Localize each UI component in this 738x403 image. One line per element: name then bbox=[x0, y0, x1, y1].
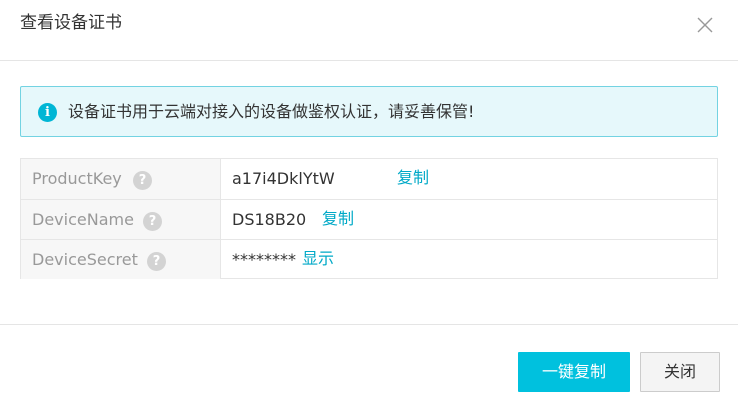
info-alert: i 设备证书用于云端对接入的设备做鉴权认证，请妥善保管! bbox=[20, 86, 718, 137]
table-row: ProductKey ? a17i4DklYtW 复制 bbox=[21, 159, 717, 199]
show-device-secret-link[interactable]: 显示 bbox=[302, 249, 334, 269]
device-name-label: DeviceName bbox=[32, 210, 134, 229]
dialog-header: 查看设备证书 bbox=[0, 0, 738, 61]
product-key-label: ProductKey bbox=[32, 169, 122, 188]
help-icon[interactable]: ? bbox=[147, 252, 166, 271]
close-icon[interactable] bbox=[696, 16, 714, 34]
info-icon: i bbox=[38, 103, 57, 122]
table-row: DeviceSecret ? ******** 显示 bbox=[21, 239, 717, 279]
copy-product-key-link[interactable]: 复制 bbox=[397, 168, 429, 188]
product-key-value: a17i4DklYtW bbox=[232, 169, 335, 188]
device-name-value: DS18B20 bbox=[232, 210, 307, 229]
copy-all-button[interactable]: 一键复制 bbox=[518, 352, 630, 392]
key-cell: ProductKey ? bbox=[21, 159, 221, 199]
copy-device-name-link[interactable]: 复制 bbox=[322, 209, 354, 229]
key-cell: DeviceName ? bbox=[21, 200, 221, 239]
certificate-table: ProductKey ? a17i4DklYtW 复制 DeviceName ?… bbox=[20, 158, 718, 279]
dialog-footer: 一键复制 关闭 bbox=[0, 324, 738, 403]
alert-message: 设备证书用于云端对接入的设备做鉴权认证，请妥善保管! bbox=[68, 102, 475, 121]
device-secret-value: ******** bbox=[232, 250, 296, 269]
close-button[interactable]: 关闭 bbox=[640, 352, 720, 392]
key-cell: DeviceSecret ? bbox=[21, 240, 221, 279]
help-icon[interactable]: ? bbox=[143, 212, 162, 231]
certificate-dialog: 查看设备证书 i 设备证书用于云端对接入的设备做鉴权认证，请妥善保管! Prod… bbox=[0, 0, 738, 403]
device-secret-label: DeviceSecret bbox=[32, 250, 138, 269]
dialog-title: 查看设备证书 bbox=[20, 13, 122, 33]
table-row: DeviceName ? DS18B20 复制 bbox=[21, 199, 717, 239]
help-icon[interactable]: ? bbox=[133, 171, 152, 190]
